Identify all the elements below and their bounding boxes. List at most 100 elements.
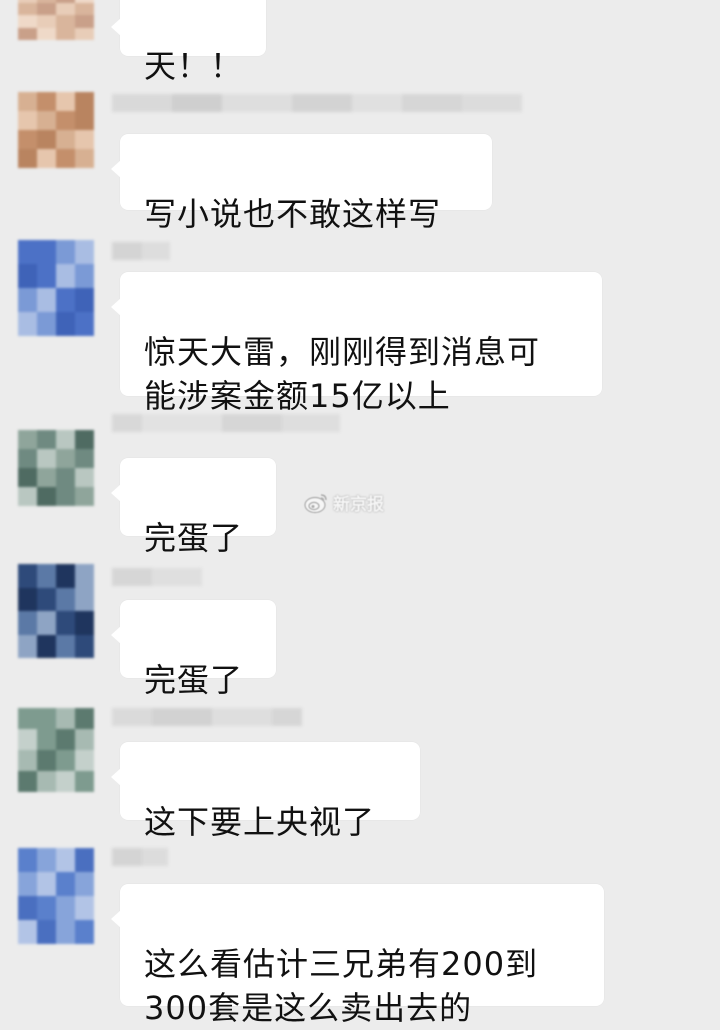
message-text: 完蛋了 [144,519,244,557]
avatar-pixel [37,92,56,111]
avatar-pixel [56,771,75,792]
avatar-pixel [75,240,94,264]
message-bubble[interactable]: 天！！ [111,0,266,85]
avatar[interactable] [18,708,94,792]
avatar-pixel [75,920,94,944]
avatar-pixel [18,2,37,15]
avatar-pixel [37,468,56,487]
avatar-pixel [37,587,56,611]
watermark: 新京报 [303,490,384,515]
avatar-pixel [18,288,37,312]
avatar-pixel [56,708,75,729]
avatar-pixel [18,848,37,872]
avatar-pixel [18,872,37,896]
avatar-pixel [37,872,56,896]
avatar-pixel [18,771,37,792]
avatar-pixel [18,750,37,771]
avatar-pixel [18,430,37,449]
avatar-pixel [56,149,75,168]
avatar-pixel [75,430,94,449]
avatar-pixel [75,288,94,312]
message-bubble[interactable]: 惊天大雷，刚刚得到消息可 能涉案金额15亿以上 [111,272,602,415]
sender-name-redacted [112,848,168,866]
avatar-pixel [37,149,56,168]
avatar-pixel [18,92,37,111]
avatar-pixel [18,729,37,750]
avatar[interactable] [18,564,94,658]
avatar-pixel [37,312,56,336]
sender-name-redacted [112,242,170,260]
message-bubble[interactable]: 完蛋了 [111,458,276,557]
message-text: 完蛋了 [144,661,244,699]
avatar-pixel [56,449,75,468]
sender-name-redacted [112,708,302,726]
avatar-pixel [18,240,37,264]
avatar-pixel [75,750,94,771]
message-text: 这么看估计三兄弟有200到 300套是这么卖出去的 [144,945,539,1027]
avatar-pixel [37,288,56,312]
message-bubble[interactable]: 完蛋了 [111,600,276,699]
watermark-text: 新京报 [333,495,384,515]
avatar-pixel [75,634,94,658]
avatar-pixel [18,15,37,28]
avatar-pixel [18,634,37,658]
avatar-pixel [75,487,94,506]
avatar[interactable] [18,240,94,336]
avatar[interactable] [18,92,94,168]
avatar-pixel [75,111,94,130]
avatar-pixel [75,2,94,15]
avatar-pixel [18,587,37,611]
avatar-pixel [56,130,75,149]
sender-name-redacted [112,568,202,586]
avatar-pixel [75,468,94,487]
avatar-pixel [75,15,94,28]
avatar-pixel [37,130,56,149]
avatar-pixel [18,468,37,487]
avatar-pixel [75,564,94,588]
avatar-pixel [37,729,56,750]
avatar-pixel [75,130,94,149]
avatar-pixel [37,611,56,635]
avatar[interactable] [18,0,94,40]
avatar-pixel [37,487,56,506]
message-text: 天！！ [144,47,244,85]
message-bubble[interactable]: 这下要上央视了 [111,742,420,841]
avatar[interactable] [18,430,94,506]
message-bubble[interactable]: 这么看估计三兄弟有200到 300套是这么卖出去的 [111,884,604,1027]
avatar-pixel [18,130,37,149]
avatar-pixel [75,872,94,896]
avatar-pixel [18,708,37,729]
avatar-pixel [75,708,94,729]
avatar-pixel [18,920,37,944]
message-bubble[interactable]: 写小说也不敢这样写 [111,134,492,233]
avatar-pixel [56,430,75,449]
avatar-pixel [18,611,37,635]
message-text: 写小说也不敢这样写 [144,195,442,233]
avatar-pixel [75,149,94,168]
avatar-pixel [56,896,75,920]
avatar-pixel [18,312,37,336]
avatar-pixel [56,564,75,588]
avatar-pixel [75,896,94,920]
avatar-pixel [37,920,56,944]
avatar[interactable] [18,848,94,944]
avatar-pixel [75,771,94,792]
avatar-pixel [75,312,94,336]
avatar-pixel [75,27,94,40]
avatar-pixel [56,634,75,658]
avatar-pixel [56,468,75,487]
avatar-pixel [56,288,75,312]
avatar-pixel [56,587,75,611]
message-text: 惊天大雷，刚刚得到消息可 能涉案金额15亿以上 [144,333,541,415]
avatar-pixel [56,729,75,750]
avatar-pixel [56,872,75,896]
avatar-pixel [37,2,56,15]
avatar-pixel [37,896,56,920]
avatar-pixel [18,149,37,168]
avatar-pixel [37,27,56,40]
avatar-pixel [18,264,37,288]
avatar-pixel [56,920,75,944]
avatar-pixel [37,771,56,792]
avatar-pixel [56,111,75,130]
avatar-pixel [37,564,56,588]
